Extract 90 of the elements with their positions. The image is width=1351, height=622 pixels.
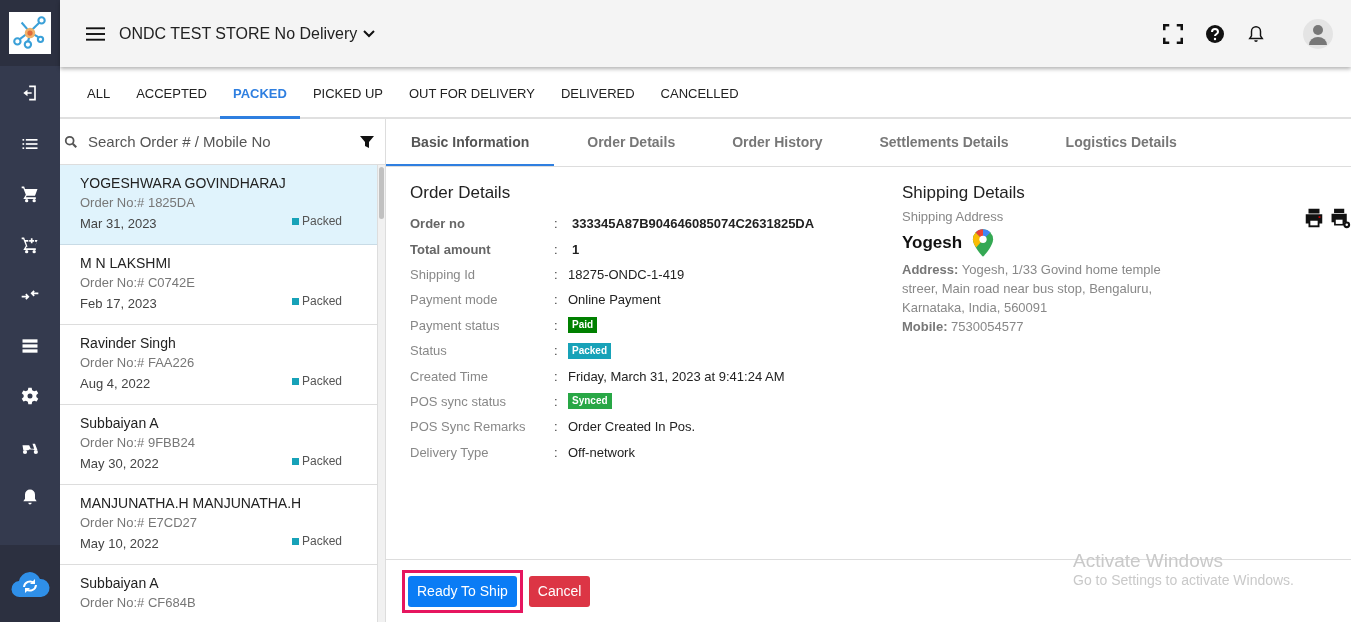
field-label: Delivery Type	[410, 444, 490, 460]
status-tab[interactable]: DELIVERED	[547, 67, 648, 119]
field-value: 333345A87B904646085074C2631825DA	[572, 216, 815, 232]
recipient-name: Yogesh	[902, 233, 963, 253]
order-number: Order No:# E7CD27	[80, 515, 199, 530]
menu-icon[interactable]	[86, 25, 105, 42]
filter-icon[interactable]	[359, 133, 375, 150]
customer-name: MANJUNATHA.H MANJUNATHA.H	[80, 495, 303, 511]
colon-separator: :	[554, 419, 559, 435]
print-settings-icon[interactable]	[1329, 207, 1351, 229]
field-label: POS Sync Remarks	[410, 419, 527, 435]
field-label: Total amount	[410, 241, 492, 257]
cart-icon[interactable]	[20, 184, 40, 204]
address-label: Shipping Address	[902, 209, 1005, 224]
section-title: Order Details	[410, 183, 512, 203]
detail-tab[interactable]: Basic Information	[386, 119, 555, 166]
colon-separator: :	[554, 266, 559, 282]
colon-separator: :	[554, 241, 559, 257]
address-text: Address: Yogesh, 1/33 Govind home temple streer, Main road near bus stop, Bengaluru, Karnataka, India, 560091	[902, 261, 1162, 317]
status-badge: Synced	[568, 393, 612, 410]
customer-name: Subbaiyan A	[80, 415, 160, 431]
field-value: Off-network	[568, 444, 635, 460]
field-label: Payment mode	[410, 292, 499, 308]
scrollbar[interactable]	[377, 165, 385, 622]
fullscreen-icon[interactable]	[1163, 23, 1183, 44]
field-label: Shipping Id	[410, 266, 477, 282]
field-label: POS sync status	[410, 393, 508, 409]
settings-icon[interactable]	[20, 386, 40, 406]
field-label: Payment status	[410, 317, 501, 333]
detail-tab[interactable]: Order Details	[563, 119, 700, 166]
cancel-button[interactable]: Cancel	[528, 575, 591, 607]
order-list-item[interactable]: YOGESHWARA GOVINDHARAJ Order No:# 1825DA Mar 31, 2023 Packed	[60, 165, 377, 245]
order-number: Order No:# CF684B	[80, 595, 197, 610]
order-date: Mar 31, 2023	[80, 216, 157, 231]
customer-name: YOGESHWARA GOVINDHARAJ	[80, 175, 287, 191]
order-number: Order No:# C0742E	[80, 275, 196, 290]
detail-tab[interactable]: Order History	[708, 119, 847, 166]
field-value: 18275-ONDC-1-419	[568, 266, 685, 282]
map-pin-icon[interactable]	[972, 228, 995, 258]
order-status: Packed	[301, 454, 342, 468]
customer-name: Ravinder Singh	[80, 335, 177, 351]
colon-separator: :	[554, 292, 559, 308]
colon-separator: :	[554, 444, 559, 460]
order-status: Packed	[301, 374, 342, 388]
status-tab[interactable]: ACCEPTED	[123, 67, 220, 119]
status-badge: Packed	[568, 342, 612, 359]
status-tab[interactable]: PACKED	[219, 67, 300, 119]
search-field[interactable]: Search Order # / Mobile No	[86, 132, 351, 151]
field-value: Order Created In Pos.	[568, 419, 696, 435]
colon-separator: :	[554, 368, 559, 384]
detail-tab[interactable]: Settlements Details	[855, 119, 1033, 166]
field-value: Online Payment	[568, 292, 661, 308]
field-value: Friday, March 31, 2023 at 9:41:24 AM	[568, 368, 785, 384]
order-number: Order No:# 9FBB24	[80, 435, 196, 450]
order-date: Aug 4, 2022	[80, 376, 151, 391]
search-icon	[64, 134, 78, 149]
store-selector[interactable]: ONDC TEST STORE No Delivery	[117, 20, 378, 47]
print-icon[interactable]	[1303, 207, 1325, 229]
status-badge: Paid	[568, 317, 598, 334]
customer-name: Subbaiyan A	[80, 575, 160, 591]
logo-icon[interactable]	[9, 12, 51, 54]
avatar-icon[interactable]	[1303, 18, 1333, 49]
status-tab[interactable]: CANCELLED	[647, 67, 752, 119]
order-status: Packed	[301, 294, 342, 308]
mobile-number: Mobile: 7530054577	[902, 318, 1025, 336]
order-date: May 30, 2022	[80, 456, 159, 471]
customer-name: M N LAKSHMI	[80, 255, 172, 271]
detail-tab[interactable]: Logistics Details	[1041, 119, 1201, 166]
status-tab[interactable]: ALL	[74, 67, 124, 119]
field-label: Order no	[410, 216, 466, 232]
colon-separator: :	[554, 216, 559, 232]
status-tab[interactable]: OUT FOR DELIVERY	[395, 67, 548, 119]
field-label: Status	[410, 343, 448, 359]
status-tab[interactable]: PICKED UP	[299, 67, 396, 119]
chevron-down-icon	[363, 29, 376, 38]
colon-separator: :	[554, 343, 559, 359]
colon-separator: :	[554, 317, 559, 333]
colon-separator: :	[554, 393, 559, 409]
section-title: Shipping Details	[902, 183, 1026, 203]
help-icon[interactable]	[1205, 23, 1225, 44]
order-status: Packed	[301, 214, 342, 228]
order-status: Packed	[301, 534, 342, 548]
bell-icon[interactable]	[1247, 24, 1265, 43]
ready-to-ship-button[interactable]: Ready To Ship	[408, 575, 517, 607]
order-date: May 10, 2022	[80, 536, 159, 551]
order-number: Order No:# FAA226	[80, 355, 196, 370]
order-number: Order No:# 1825DA	[80, 195, 196, 210]
field-label: Created Time	[410, 368, 490, 384]
field-value: 1	[572, 241, 580, 257]
order-date: Feb 17, 2023	[80, 296, 157, 311]
